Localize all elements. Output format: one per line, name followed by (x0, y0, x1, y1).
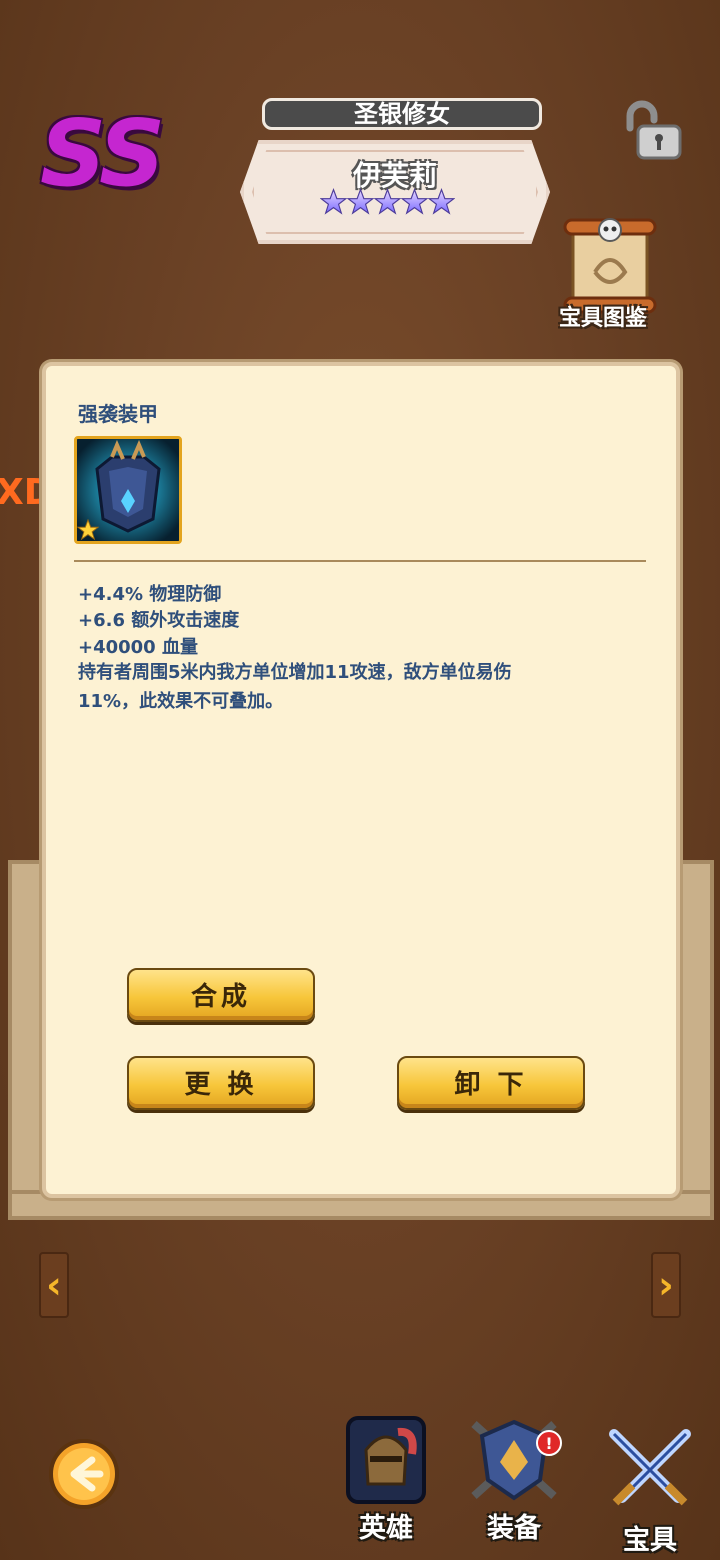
compose-button[interactable]: 合成 (127, 968, 315, 1022)
nav-tab-treasures[interactable]: 宝具 (600, 1420, 700, 1557)
rank-badge: SS (40, 100, 165, 207)
item-stat: +4.4% 物理防御 (78, 584, 222, 605)
star-icon (347, 188, 374, 215)
knight-helmet-icon (346, 1416, 426, 1504)
crossed-swords-icon (609, 1429, 691, 1506)
nav-label-heroes: 英雄 (359, 1513, 413, 1544)
alert-badge-text: ! (545, 1434, 552, 1453)
nav-tab-heroes[interactable]: 英雄 (336, 1410, 436, 1545)
star-icon (374, 188, 401, 215)
item-star-icon (77, 519, 99, 541)
nav-tab-equipment[interactable]: ! 装备 (464, 1410, 564, 1545)
codex-label[interactable]: 宝具图鉴 (548, 300, 658, 332)
item-icon-frame[interactable] (74, 436, 182, 544)
hero-title: 圣银修女 (262, 98, 542, 130)
nav-label-treasures: 宝具 (623, 1525, 677, 1556)
item-stat: +40000 血量 (78, 637, 198, 658)
unlock-icon[interactable] (620, 100, 684, 162)
alert-badge-icon: ! (536, 1430, 562, 1456)
nav-label-equipment: 装备 (487, 1513, 541, 1544)
divider (74, 560, 646, 562)
hero-star-rating (320, 186, 470, 218)
replace-button[interactable]: 更 换 (127, 1056, 315, 1110)
unequip-button[interactable]: 卸 下 (397, 1056, 585, 1110)
next-hero-arrow[interactable]: › (651, 1252, 681, 1318)
armor-shield-icon (471, 1419, 557, 1501)
prev-hero-arrow[interactable]: ‹ (39, 1252, 69, 1318)
back-arrow-icon[interactable] (48, 1438, 120, 1510)
star-icon (401, 188, 428, 215)
item-description: 持有者周围5米内我方单位增加11攻速，敌方单位易伤11%，此效果不可叠加。 (78, 662, 512, 712)
item-stat: +6.6 额外攻击速度 (78, 610, 240, 631)
star-icon (320, 188, 347, 215)
star-icon (428, 188, 455, 215)
item-name: 强袭装甲 (78, 402, 158, 426)
